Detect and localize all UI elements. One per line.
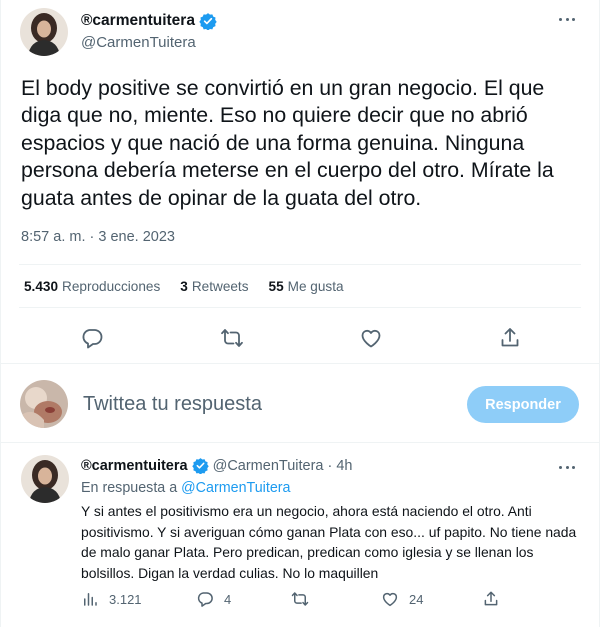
reply-more-options-icon[interactable] — [557, 460, 577, 474]
in-reply-to-link[interactable]: @CarmenTuitera — [181, 480, 290, 496]
retweets-stat[interactable]: 3 Retweets — [180, 279, 248, 294]
reply-icon — [197, 592, 213, 607]
reply-retweet[interactable] — [291, 590, 309, 608]
tweet-detail-panel: ®carmentuitera @CarmenTuitera El body po… — [0, 0, 600, 627]
more-options-icon[interactable] — [557, 12, 577, 26]
like-icon[interactable] — [359, 326, 383, 350]
reply-replies[interactable]: 4 — [196, 590, 231, 608]
reply-author-handle[interactable]: @CarmenTuitera — [213, 458, 324, 474]
verified-badge-icon — [199, 13, 217, 30]
tweet-stats: 5.430 Reproducciones 3 Retweets 55 Me gusta — [24, 279, 344, 294]
in-reply-to: En respuesta a @CarmenTuitera — [81, 480, 290, 496]
retweet-icon[interactable] — [220, 326, 244, 350]
likes-count: 55 — [268, 279, 284, 294]
likes-stat[interactable]: 55 Me gusta — [269, 279, 344, 294]
analytics-icon — [84, 593, 97, 606]
views-count: 5.430 — [24, 279, 59, 294]
reply-text: Y si antes el positivismo era un negocio… — [81, 503, 577, 581]
verified-badge-icon — [191, 458, 209, 474]
views-stat: 5.430 Reproducciones — [24, 279, 160, 294]
reply-icon[interactable] — [80, 326, 104, 350]
separator-dot: · — [327, 457, 333, 474]
tweet-text: El body positive se convirtió en un gran… — [21, 76, 554, 210]
reply-like[interactable]: 24 — [381, 590, 423, 608]
reply-share[interactable] — [482, 590, 500, 608]
reply-header: ®carmentuitera @CarmenTuitera · 4h — [81, 457, 352, 474]
author-name[interactable]: ®carmentuitera — [81, 12, 217, 30]
reply-views-count: 3.121 — [109, 591, 142, 607]
retweets-label: Retweets — [191, 279, 249, 294]
author-avatar[interactable] — [20, 8, 68, 56]
retweets-count: 3 — [180, 279, 188, 294]
current-user-avatar[interactable] — [20, 380, 68, 428]
author-display-name[interactable]: ®carmentuitera — [81, 12, 195, 30]
reply-author-name[interactable]: ®carmentuitera — [81, 458, 188, 474]
author-handle[interactable]: @CarmenTuitera — [81, 34, 196, 51]
reply-likes-count: 24 — [409, 591, 424, 607]
views-label: Reproducciones — [62, 279, 161, 294]
divider — [19, 264, 581, 265]
reply-compose-input[interactable]: Twittea tu respuesta — [83, 393, 262, 416]
reply-button[interactable]: Responder — [467, 386, 579, 423]
divider — [1, 442, 599, 443]
tweet-timestamp[interactable]: 8:57 a. m. · 3 ene. 2023 — [21, 229, 175, 245]
reply-views[interactable]: 3.121 — [81, 590, 142, 608]
share-icon[interactable] — [498, 326, 522, 350]
retweet-icon — [291, 592, 309, 606]
in-reply-to-label: En respuesta a — [81, 480, 178, 496]
reply-timestamp[interactable]: 4h — [336, 458, 352, 474]
reply-author-avatar[interactable] — [21, 455, 69, 503]
divider — [19, 307, 581, 308]
reply-actions: 3.121 4 24 — [1, 588, 600, 614]
divider — [1, 363, 599, 364]
reply-replies-count: 4 — [224, 591, 232, 607]
tweet-actions — [1, 320, 600, 356]
likes-label: Me gusta — [287, 279, 344, 294]
like-icon — [382, 592, 398, 607]
share-icon — [484, 591, 498, 606]
